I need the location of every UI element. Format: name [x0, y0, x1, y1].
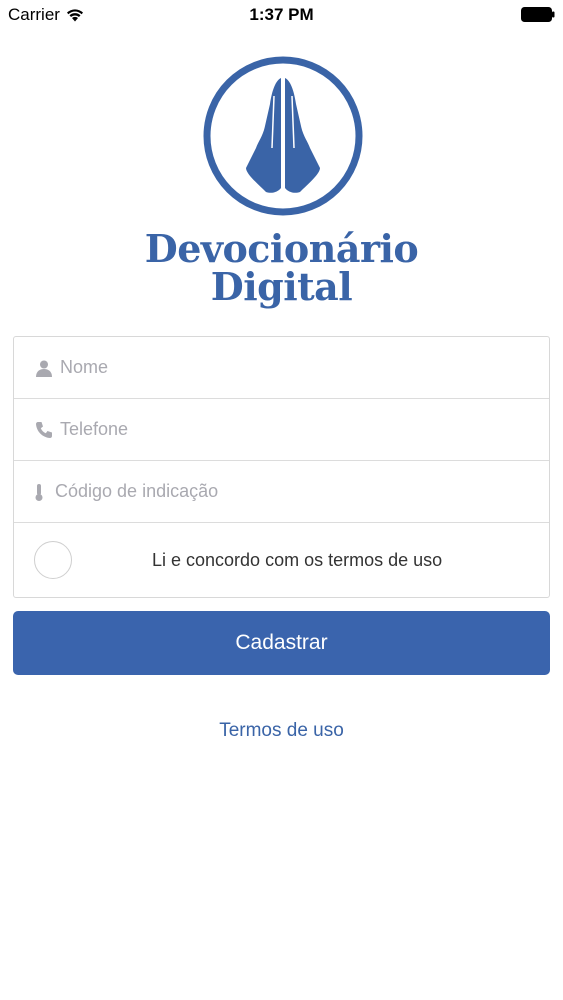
thermometer-icon	[35, 484, 43, 501]
terms-of-use-link[interactable]: Termos de uso	[0, 720, 563, 742]
phone-input[interactable]	[14, 399, 549, 460]
signup-screen: Carrier 1:37 PM Devocionário Digital Nom…	[0, 0, 563, 1000]
phone-field-row	[14, 399, 549, 461]
terms-agree-label: Li e concordo com os termos de uso	[152, 550, 443, 570]
status-bar: Carrier 1:37 PM	[0, 0, 563, 30]
praying-hands-icon	[203, 56, 363, 216]
logo-title-line2: Digital	[210, 264, 353, 309]
phone-icon	[36, 422, 52, 438]
name-field-row	[14, 337, 549, 399]
terms-agree-row: Li e concordo com os termos de uso	[14, 523, 549, 597]
person-icon	[36, 360, 52, 377]
name-input[interactable]	[14, 337, 549, 398]
status-time: 1:37 PM	[249, 5, 314, 24]
app-logo: Devocionário Digital	[0, 56, 563, 316]
battery-icon	[521, 7, 555, 22]
terms-agree-radio[interactable]	[34, 541, 72, 579]
referral-field-row	[14, 461, 549, 523]
referral-code-input[interactable]	[14, 461, 549, 522]
register-button[interactable]: Cadastrar	[13, 611, 550, 675]
signup-form: Li e concordo com os termos de uso	[13, 336, 550, 598]
